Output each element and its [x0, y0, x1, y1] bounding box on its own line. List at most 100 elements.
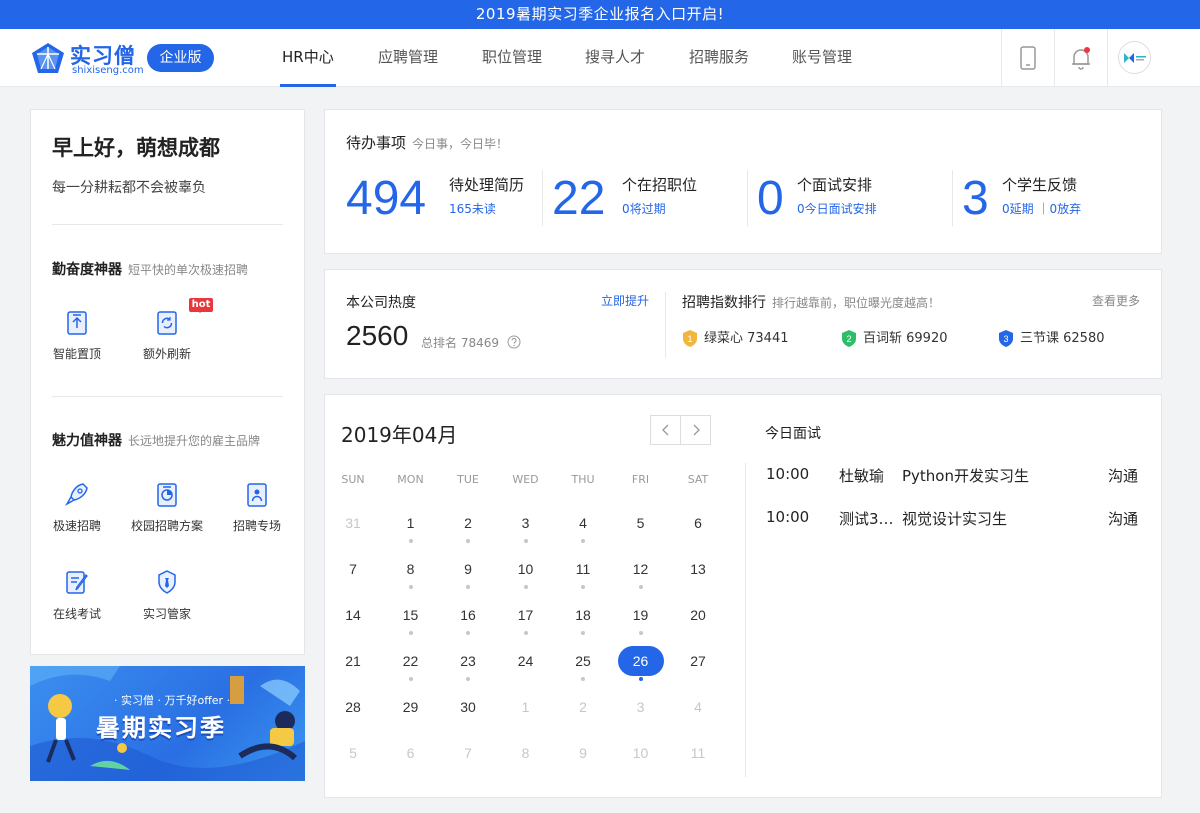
nav-applications[interactable]: 应聘管理	[378, 29, 438, 87]
calendar-day[interactable]: 7	[445, 738, 491, 768]
calendar-day[interactable]: 7	[330, 554, 376, 584]
medal-gold-icon: 1	[683, 330, 697, 347]
logo[interactable]: 实习僧 shixiseng.com	[30, 39, 144, 79]
calendar-day[interactable]: 3	[503, 508, 549, 538]
tool-fast-recruit[interactable]: 极速招聘	[37, 480, 117, 534]
calendar-day[interactable]: 12	[618, 554, 664, 584]
calendar-day[interactable]: 19	[618, 600, 664, 630]
rank-item[interactable]: 1 绿菜心 73441	[682, 327, 789, 348]
nav-talent-search[interactable]: 搜寻人才	[585, 29, 645, 87]
exam-icon	[66, 571, 88, 594]
calendar-day[interactable]: 11	[560, 554, 606, 584]
diligence-title: 勤奋度神器	[52, 262, 122, 278]
calendar-day[interactable]: 28	[330, 692, 376, 722]
calendar-event-dot	[581, 585, 585, 589]
calendar-day[interactable]: 27	[675, 646, 721, 676]
calendar-day-today[interactable]: 26	[617, 646, 664, 676]
stat-value: 3	[962, 172, 989, 225]
rank-item[interactable]: 3 三节课 62580	[998, 327, 1105, 348]
calendar-day[interactable]: 5	[330, 738, 376, 768]
mobile-button[interactable]	[1001, 29, 1054, 87]
nav-recruit-services[interactable]: 招聘服务	[689, 29, 749, 87]
calendar-day[interactable]: 23	[445, 646, 491, 676]
tool-online-exam[interactable]: 在线考试	[37, 568, 117, 622]
help-circle-icon[interactable]	[507, 335, 521, 349]
calendar-day[interactable]: 16	[445, 600, 491, 630]
summer-internship-promo[interactable]: · 实习僧 · 万千好offer · 暑期实习季	[30, 666, 305, 781]
calendar-next-button[interactable]	[680, 415, 711, 445]
divider	[52, 224, 283, 225]
stat-link[interactable]: 0将过期	[622, 200, 666, 217]
tool-job-fair[interactable]: 招聘专场	[217, 480, 297, 534]
calendar-day[interactable]: 29	[388, 692, 434, 722]
calendar-day[interactable]: 18	[560, 600, 606, 630]
ranking-more-link[interactable]: 查看更多	[1092, 292, 1140, 309]
calendar-day[interactable]: 4	[675, 692, 721, 722]
calendar-day[interactable]: 20	[675, 600, 721, 630]
rank-item[interactable]: 2 百词斩 69920	[841, 327, 948, 348]
calendar-day[interactable]: 22	[388, 646, 434, 676]
tool-intern-butler[interactable]: 实习管家	[127, 568, 207, 622]
chevron-left-icon	[661, 424, 668, 436]
stat-positions[interactable]: 22 个在招职位 0将过期	[552, 168, 752, 230]
stat-resumes[interactable]: 494 待处理简历 165未读	[346, 168, 546, 230]
interview-row[interactable]: 10:00 测试3… 视觉设计实习生 沟通	[766, 508, 1141, 528]
calendar-event-dot	[638, 585, 643, 589]
tool-campus-plan[interactable]: 校园招聘方案	[127, 480, 207, 534]
nav-account[interactable]: 账号管理	[792, 29, 852, 87]
stat-link[interactable]: 0今日面试安排	[797, 200, 877, 217]
calendar-day[interactable]: 2	[445, 508, 491, 538]
calendar-day[interactable]: 25	[560, 646, 606, 676]
calendar-prev-button[interactable]	[650, 415, 681, 445]
calendar-day[interactable]: 10	[618, 738, 664, 768]
calendar-day[interactable]: 8	[503, 738, 549, 768]
stat-label: 个面试安排	[797, 176, 873, 194]
boost-heat-link[interactable]: 立即提升	[601, 292, 649, 309]
stat-value: 22	[552, 172, 606, 225]
calendar-day[interactable]: 21	[330, 646, 376, 676]
account-menu[interactable]	[1107, 29, 1200, 87]
calendar-day[interactable]: 10	[503, 554, 549, 584]
calendar-day[interactable]: 5	[618, 508, 664, 538]
calendar-event-dot	[408, 539, 413, 543]
calendar-day[interactable]: 15	[388, 600, 434, 630]
calendar-day[interactable]: 6	[675, 508, 721, 538]
calendar-day[interactable]: 31	[330, 508, 376, 538]
calendar-day[interactable]: 24	[503, 646, 549, 676]
interview-row[interactable]: 10:00 杜敏瑜 Python开发实习生 沟通	[766, 465, 1141, 485]
calendar-day[interactable]: 6	[388, 738, 434, 768]
interview-contact-link[interactable]: 沟通	[1108, 508, 1138, 529]
notifications-button[interactable]	[1054, 29, 1107, 87]
motto: 每一分耕耘都不会被辜负	[52, 180, 206, 196]
stat-link[interactable]: 0延期 ｜0放弃	[1002, 200, 1081, 217]
calendar-event-dot	[523, 539, 528, 543]
calendar-day[interactable]: 11	[675, 738, 721, 768]
stat-link[interactable]: 165未读	[449, 200, 496, 217]
calendar-day[interactable]: 9	[560, 738, 606, 768]
calendar-day[interactable]: 17	[503, 600, 549, 630]
calendar-day[interactable]: 8	[388, 554, 434, 584]
nav-hr-center[interactable]: HR中心	[280, 29, 336, 87]
calendar-day[interactable]: 30	[445, 692, 491, 722]
tool-extra-refresh[interactable]: 额外刷新	[127, 308, 207, 362]
charm-section-title: 魅力值神器 长远地提升您的雇主品牌	[52, 430, 260, 450]
tool-smart-pin[interactable]: 智能置顶	[37, 308, 117, 362]
stat-feedback[interactable]: 3 个学生反馈 0延期 ｜0放弃	[962, 168, 1152, 230]
logo-diamond-icon	[32, 43, 64, 73]
calendar-day[interactable]: 14	[330, 600, 376, 630]
diligence-section-title: 勤奋度神器 短平快的单次极速招聘	[52, 259, 248, 279]
greeting: 早上好，萌想成都	[52, 136, 220, 160]
calendar-day[interactable]: 1	[503, 692, 549, 722]
stat-interviews[interactable]: 0 个面试安排 0今日面试安排	[757, 168, 957, 230]
interview-contact-link[interactable]: 沟通	[1108, 465, 1138, 486]
calendar-day[interactable]: 3	[618, 692, 664, 722]
calendar-day[interactable]: 13	[675, 554, 721, 584]
announcement-banner[interactable]: 2019暑期实习季企业报名入口开启!	[0, 0, 1200, 29]
calendar-day[interactable]: 4	[560, 508, 606, 538]
calendar-day[interactable]: 2	[560, 692, 606, 722]
calendar-day[interactable]: 9	[445, 554, 491, 584]
diligence-subtitle: 短平快的单次极速招聘	[128, 263, 249, 277]
nav-positions[interactable]: 职位管理	[482, 29, 542, 87]
calendar-day[interactable]: 1	[388, 508, 434, 538]
bell-icon	[1072, 47, 1090, 70]
